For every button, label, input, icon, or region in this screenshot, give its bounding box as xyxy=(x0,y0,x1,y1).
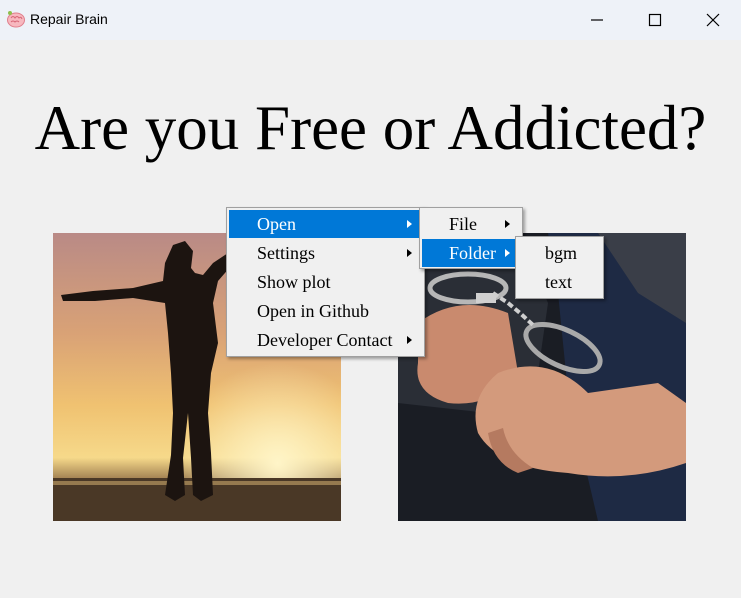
submenu-arrow-icon xyxy=(407,336,412,344)
maximize-icon xyxy=(648,13,662,27)
menu-item-label: Open xyxy=(257,214,296,234)
submenu-arrow-icon xyxy=(505,220,510,228)
close-button[interactable] xyxy=(684,0,741,40)
submenu-arrow-icon xyxy=(407,249,412,257)
menu-item-show-plot[interactable]: Show plot xyxy=(229,268,422,296)
menu-item-label: Settings xyxy=(257,243,316,263)
menu-item-label: Folder xyxy=(449,243,496,263)
menu-item-label: Show plot xyxy=(257,272,331,292)
submenu-arrow-icon xyxy=(505,249,510,257)
menu-item-label: bgm xyxy=(545,243,578,263)
submenu-arrow-icon xyxy=(407,220,412,228)
menu-item-label: Developer Contact xyxy=(257,330,393,350)
minimize-icon xyxy=(591,19,603,21)
minimize-button[interactable] xyxy=(568,0,626,40)
menu-item-settings[interactable]: Settings xyxy=(229,239,422,267)
folder-submenu: bgm text xyxy=(515,236,604,299)
menu-item-open-in-github[interactable]: Open in Github xyxy=(229,297,422,325)
brain-icon xyxy=(7,11,25,28)
context-menu: Open Settings Show plot Open in Github D… xyxy=(226,207,425,357)
menu-item-developer-contact[interactable]: Developer Contact xyxy=(229,326,422,354)
maximize-button[interactable] xyxy=(626,0,684,40)
window-title: Repair Brain xyxy=(30,11,108,27)
main-heading: Are you Free or Addicted? xyxy=(34,93,707,163)
title-bar[interactable]: Repair Brain xyxy=(0,0,741,40)
menu-item-text[interactable]: text xyxy=(518,268,601,296)
close-icon xyxy=(706,13,720,27)
menu-item-file[interactable]: File xyxy=(422,210,520,238)
menu-item-open[interactable]: Open xyxy=(229,210,422,238)
menu-item-label: File xyxy=(449,214,478,234)
menu-item-label: Open in Github xyxy=(257,301,369,321)
menu-item-bgm[interactable]: bgm xyxy=(518,239,601,267)
open-submenu: File Folder xyxy=(419,207,523,269)
menu-item-label: text xyxy=(545,272,572,292)
menu-item-folder[interactable]: Folder xyxy=(422,239,520,267)
